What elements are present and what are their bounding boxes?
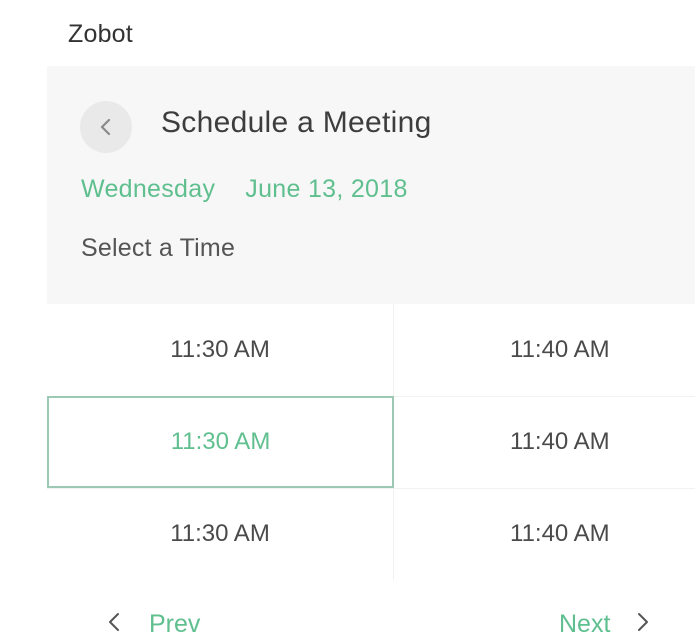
pagination: Prev Next <box>47 582 695 642</box>
time-slot[interactable]: 11:40 AM <box>394 304 695 396</box>
prev-button[interactable]: Prev <box>107 610 200 639</box>
selected-date: Wednesday June 13, 2018 <box>81 175 408 204</box>
time-slot[interactable]: 11:40 AM <box>394 488 695 580</box>
date-weekday: Wednesday <box>81 175 216 203</box>
time-slot[interactable]: 11:30 AM <box>47 488 394 580</box>
chevron-left-icon <box>107 611 121 638</box>
page-title: Schedule a Meeting <box>161 106 432 139</box>
select-time-label: Select a Time <box>81 234 236 262</box>
next-button[interactable]: Next <box>559 610 650 639</box>
chevron-right-icon <box>636 611 650 638</box>
time-slot[interactable]: 11:30 AM <box>47 304 394 396</box>
app-name: Zobot <box>68 20 133 48</box>
time-slot-grid: 11:30 AM 11:40 AM 11:30 AM 11:40 AM 11:3… <box>47 304 695 582</box>
time-slot-selected[interactable]: 11:30 AM <box>47 396 394 488</box>
back-button[interactable] <box>80 101 132 153</box>
prev-label: Prev <box>149 610 201 638</box>
card-header: Schedule a Meeting Wednesday June 13, 201… <box>47 66 695 304</box>
schedule-card: Schedule a Meeting Wednesday June 13, 201… <box>47 66 695 642</box>
time-slot[interactable]: 11:40 AM <box>394 396 695 488</box>
date-full: June 13, 2018 <box>245 175 408 203</box>
chevron-left-icon <box>99 117 113 137</box>
next-label: Next <box>559 610 611 638</box>
